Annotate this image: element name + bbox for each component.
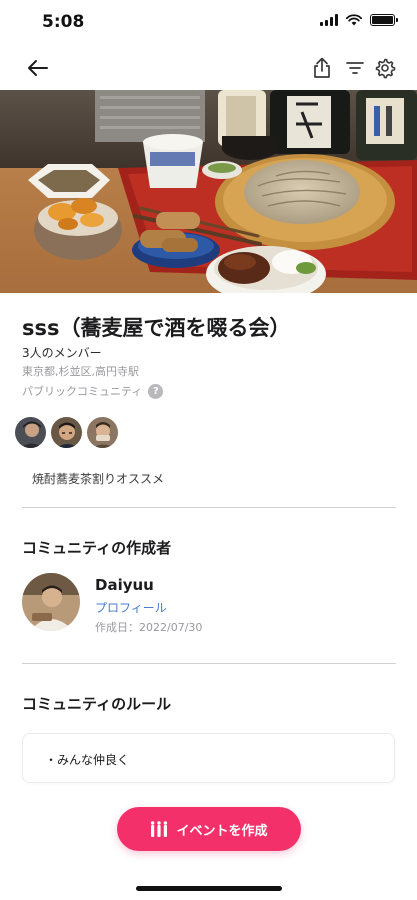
rule-item: ・みんな仲良く bbox=[45, 753, 130, 767]
filter-button[interactable] bbox=[341, 54, 369, 82]
filter-icon bbox=[346, 62, 364, 74]
share-icon bbox=[314, 57, 330, 78]
member-count[interactable]: 3人のメンバー bbox=[22, 344, 102, 361]
community-location: 東京都,杉並区,高円寺駅 bbox=[22, 365, 139, 378]
divider bbox=[22, 663, 396, 664]
signal-icon bbox=[320, 14, 338, 26]
member-avatars[interactable] bbox=[14, 416, 119, 449]
avatar[interactable] bbox=[50, 416, 83, 449]
settings-button[interactable] bbox=[371, 54, 399, 82]
community-cover-photo bbox=[0, 90, 417, 293]
creator-name: Daiyuu bbox=[95, 576, 154, 594]
back-button[interactable] bbox=[24, 54, 52, 82]
creator-section-title: コミュニティの作成者 bbox=[22, 539, 172, 557]
created-date: 作成日：2022/07/30 bbox=[95, 621, 203, 634]
event-icon bbox=[151, 821, 168, 837]
create-event-button[interactable]: イベントを作成 bbox=[117, 807, 301, 851]
create-event-label: イベントを作成 bbox=[176, 823, 268, 839]
nav-bar bbox=[0, 46, 417, 90]
community-type-label: パブリックコミュニティ bbox=[22, 385, 143, 398]
status-time: 5:08 bbox=[42, 12, 85, 32]
share-button[interactable] bbox=[308, 54, 336, 82]
creator-avatar[interactable] bbox=[22, 573, 80, 631]
avatar[interactable] bbox=[86, 416, 119, 449]
back-arrow-icon bbox=[28, 60, 48, 76]
rules-box: ・みんな仲良く bbox=[22, 733, 395, 783]
gear-icon bbox=[375, 58, 396, 79]
home-indicator[interactable] bbox=[136, 886, 282, 891]
community-description: 焼酎蕎麦茶割りオススメ bbox=[32, 472, 165, 486]
wifi-icon bbox=[346, 14, 362, 26]
status-icons bbox=[320, 14, 398, 26]
avatar[interactable] bbox=[14, 416, 47, 449]
battery-icon bbox=[370, 14, 398, 26]
community-title: sss（蕎麦屋で酒を啜る会） bbox=[22, 316, 291, 340]
divider bbox=[22, 507, 396, 508]
profile-link[interactable]: プロフィール bbox=[95, 599, 167, 616]
community-type: パブリックコミュニティ ? bbox=[22, 383, 164, 399]
status-bar: 5:08 bbox=[0, 0, 417, 46]
rules-section-title: コミュニティのルール bbox=[22, 695, 172, 713]
help-icon[interactable]: ? bbox=[148, 383, 164, 399]
